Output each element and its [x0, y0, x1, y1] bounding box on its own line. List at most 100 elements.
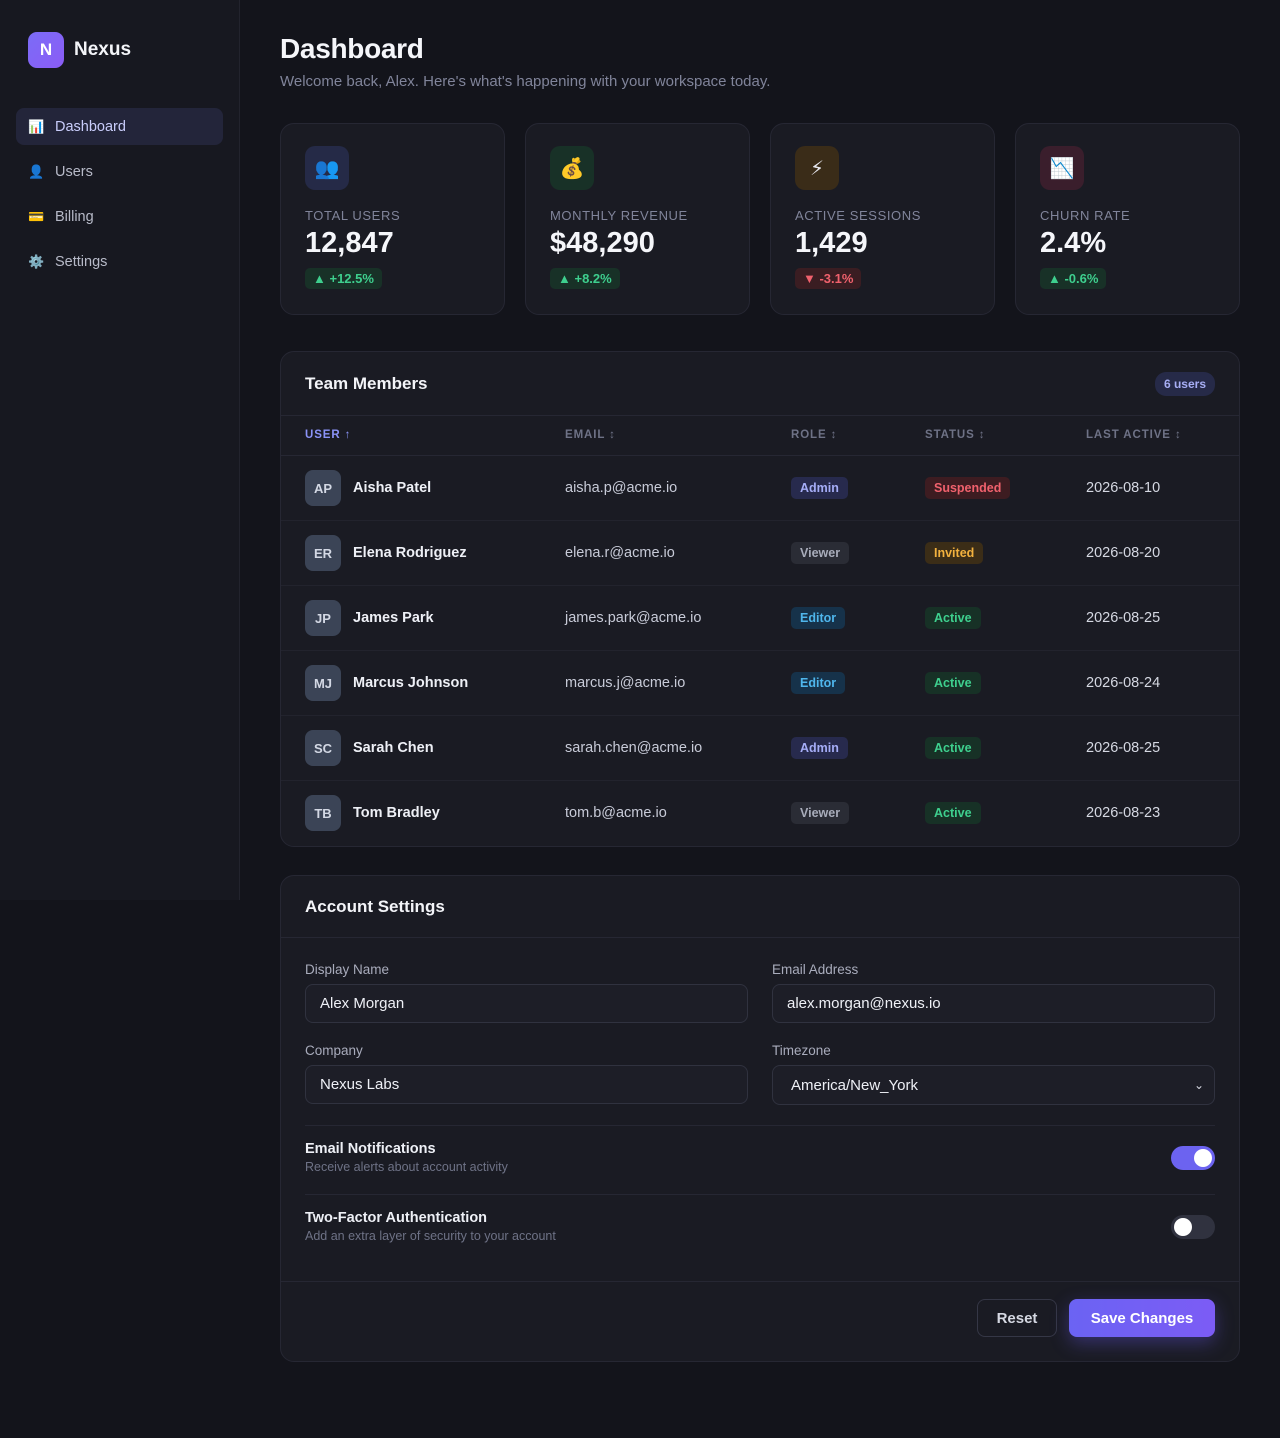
email-label: Email Address [772, 962, 859, 977]
email-notifications-title: Email Notifications [305, 1141, 436, 1157]
toggle-knob [1194, 1149, 1212, 1167]
stat-label: Total Users [305, 208, 401, 223]
sidebar-item-label: Billing [55, 208, 94, 225]
avatar: AP [305, 470, 341, 506]
chevron-down-icon: ⌄ [1193, 1078, 1204, 1092]
sidebar-item-users[interactable]: 👤 Users [16, 153, 223, 190]
page-title: Dashboard [280, 33, 424, 64]
chart-icon: 📊 [28, 118, 45, 134]
sidebar: N Nexus 📊 Dashboard 👤 Users 💳 Billing ⚙️… [0, 0, 240, 900]
role-badge: Viewer [791, 542, 850, 564]
status-badge: Active [925, 607, 981, 629]
user-cell: JP James Park [305, 600, 434, 636]
user-email: aisha.p@acme.io [565, 480, 678, 496]
user-cell: AP Aisha Patel [305, 470, 431, 506]
account-settings-card: Account Settings Display Name Alex Morga… [280, 875, 1240, 1362]
table-row[interactable]: AP Aisha Patel aisha.p@acme.io Admin Sus… [281, 456, 1239, 521]
stat-value: 2.4% [1040, 227, 1107, 259]
table-row[interactable]: TB Tom Bradley tom.b@acme.io Viewer Acti… [281, 781, 1239, 846]
stat-value: 12,847 [305, 227, 394, 259]
lightning-icon: ⚡ [795, 146, 839, 190]
timezone-field-group: Timezone America/New_York ⌄ [772, 1043, 1215, 1105]
sidebar-item-label: Users [55, 163, 93, 180]
column-header-role[interactable]: ROLE ↕ [791, 429, 837, 441]
divider [305, 1125, 1215, 1126]
stat-label: Active Sessions [795, 208, 922, 223]
column-header-user[interactable]: USER ↑ [305, 429, 351, 441]
timezone-label: Timezone [772, 1043, 831, 1058]
last-active: 2026-08-25 [1086, 610, 1161, 626]
role-badge: Editor [791, 607, 846, 629]
column-header-status[interactable]: STATUS ↕ [925, 429, 985, 441]
stat-change-badge: ▲ -0.6% [1040, 268, 1107, 289]
user-cell: SC Sarah Chen [305, 730, 434, 766]
divider [305, 1194, 1215, 1195]
reset-button[interactable]: Reset [977, 1299, 1057, 1337]
table-row[interactable]: ER Elena Rodriguez elena.r@acme.io Viewe… [281, 521, 1239, 586]
email-input[interactable]: alex.morgan@nexus.io [772, 984, 1215, 1023]
company-label: Company [305, 1043, 363, 1058]
brand-logo: N [28, 32, 64, 68]
user-email: sarah.chen@acme.io [565, 740, 703, 756]
email-notifications-desc: Receive alerts about account activity [305, 1160, 508, 1174]
last-active: 2026-08-24 [1086, 675, 1161, 691]
save-changes-button[interactable]: Save Changes [1069, 1299, 1215, 1337]
sidebar-item-label: Dashboard [55, 118, 126, 135]
status-badge: Active [925, 672, 981, 694]
avatar: SC [305, 730, 341, 766]
last-active: 2026-08-10 [1086, 480, 1161, 496]
stat-value: 1,429 [795, 227, 868, 259]
status-badge: Active [925, 802, 981, 824]
sidebar-item-label: Settings [55, 253, 108, 270]
display-name-input[interactable]: Alex Morgan [305, 984, 748, 1023]
avatar: MJ [305, 665, 341, 701]
company-input[interactable]: Nexus Labs [305, 1065, 748, 1104]
user-name: Tom Bradley [353, 805, 440, 821]
table-row[interactable]: MJ Marcus Johnson marcus.j@acme.io Edito… [281, 651, 1239, 716]
user-name: Elena Rodriguez [353, 545, 467, 561]
user-cell: ER Elena Rodriguez [305, 535, 467, 571]
stat-change-badge: ▼ -3.1% [795, 268, 862, 289]
user-count-badge: 6 users [1154, 371, 1215, 396]
status-badge: Active [925, 737, 981, 759]
user-cell: MJ Marcus Johnson [305, 665, 468, 701]
last-active: 2026-08-20 [1086, 545, 1161, 561]
gear-icon: ⚙️ [28, 253, 45, 269]
sidebar-item-dashboard[interactable]: 📊 Dashboard [16, 108, 223, 145]
timezone-value: America/New_York [791, 1076, 918, 1094]
role-badge: Admin [791, 477, 848, 499]
settings-footer: Reset Save Changes [281, 1281, 1239, 1361]
two-factor-toggle[interactable] [1171, 1215, 1215, 1239]
stat-card-active-sessions: ⚡ Active Sessions 1,429 ▼ -3.1% [770, 123, 995, 315]
user-name: James Park [353, 610, 434, 626]
status-badge: Suspended [925, 477, 1011, 499]
email-notifications-toggle[interactable] [1171, 1146, 1215, 1170]
table-header: USER ↑ EMAIL ↕ ROLE ↕ STATUS ↕ LAST ACTI… [281, 416, 1239, 456]
user-name: Aisha Patel [353, 480, 432, 496]
avatar: ER [305, 535, 341, 571]
timezone-select[interactable]: America/New_York ⌄ [772, 1065, 1215, 1105]
table-row[interactable]: SC Sarah Chen sarah.chen@acme.io Admin A… [281, 716, 1239, 781]
column-header-last-active[interactable]: LAST ACTIVE ↕ [1086, 429, 1182, 441]
chart-down-icon: 📉 [1040, 146, 1084, 190]
money-bag-icon: 💰 [550, 146, 594, 190]
toggle-knob [1174, 1218, 1192, 1236]
stat-label: Churn Rate [1040, 208, 1131, 223]
team-card-title: Team Members [305, 373, 428, 393]
brand-name: Nexus [74, 39, 132, 60]
column-header-email[interactable]: EMAIL ↕ [565, 429, 616, 441]
sidebar-item-settings[interactable]: ⚙️ Settings [16, 243, 223, 280]
user-email: tom.b@acme.io [565, 805, 667, 821]
sidebar-item-billing[interactable]: 💳 Billing [16, 198, 223, 235]
avatar: JP [305, 600, 341, 636]
stat-card-churn-rate: 📉 Churn Rate 2.4% ▲ -0.6% [1015, 123, 1240, 315]
two-factor-desc: Add an extra layer of security to your a… [305, 1229, 556, 1243]
table-row[interactable]: JP James Park james.park@acme.io Editor … [281, 586, 1239, 651]
user-name: Marcus Johnson [353, 675, 469, 691]
status-badge: Invited [925, 542, 984, 564]
brand[interactable]: N Nexus [28, 32, 131, 68]
two-factor-title: Two-Factor Authentication [305, 1210, 488, 1226]
user-cell: TB Tom Bradley [305, 795, 440, 831]
stat-change-badge: ▲ +12.5% [305, 268, 382, 289]
page-subtitle: Welcome back, Alex. Here's what's happen… [280, 73, 771, 90]
